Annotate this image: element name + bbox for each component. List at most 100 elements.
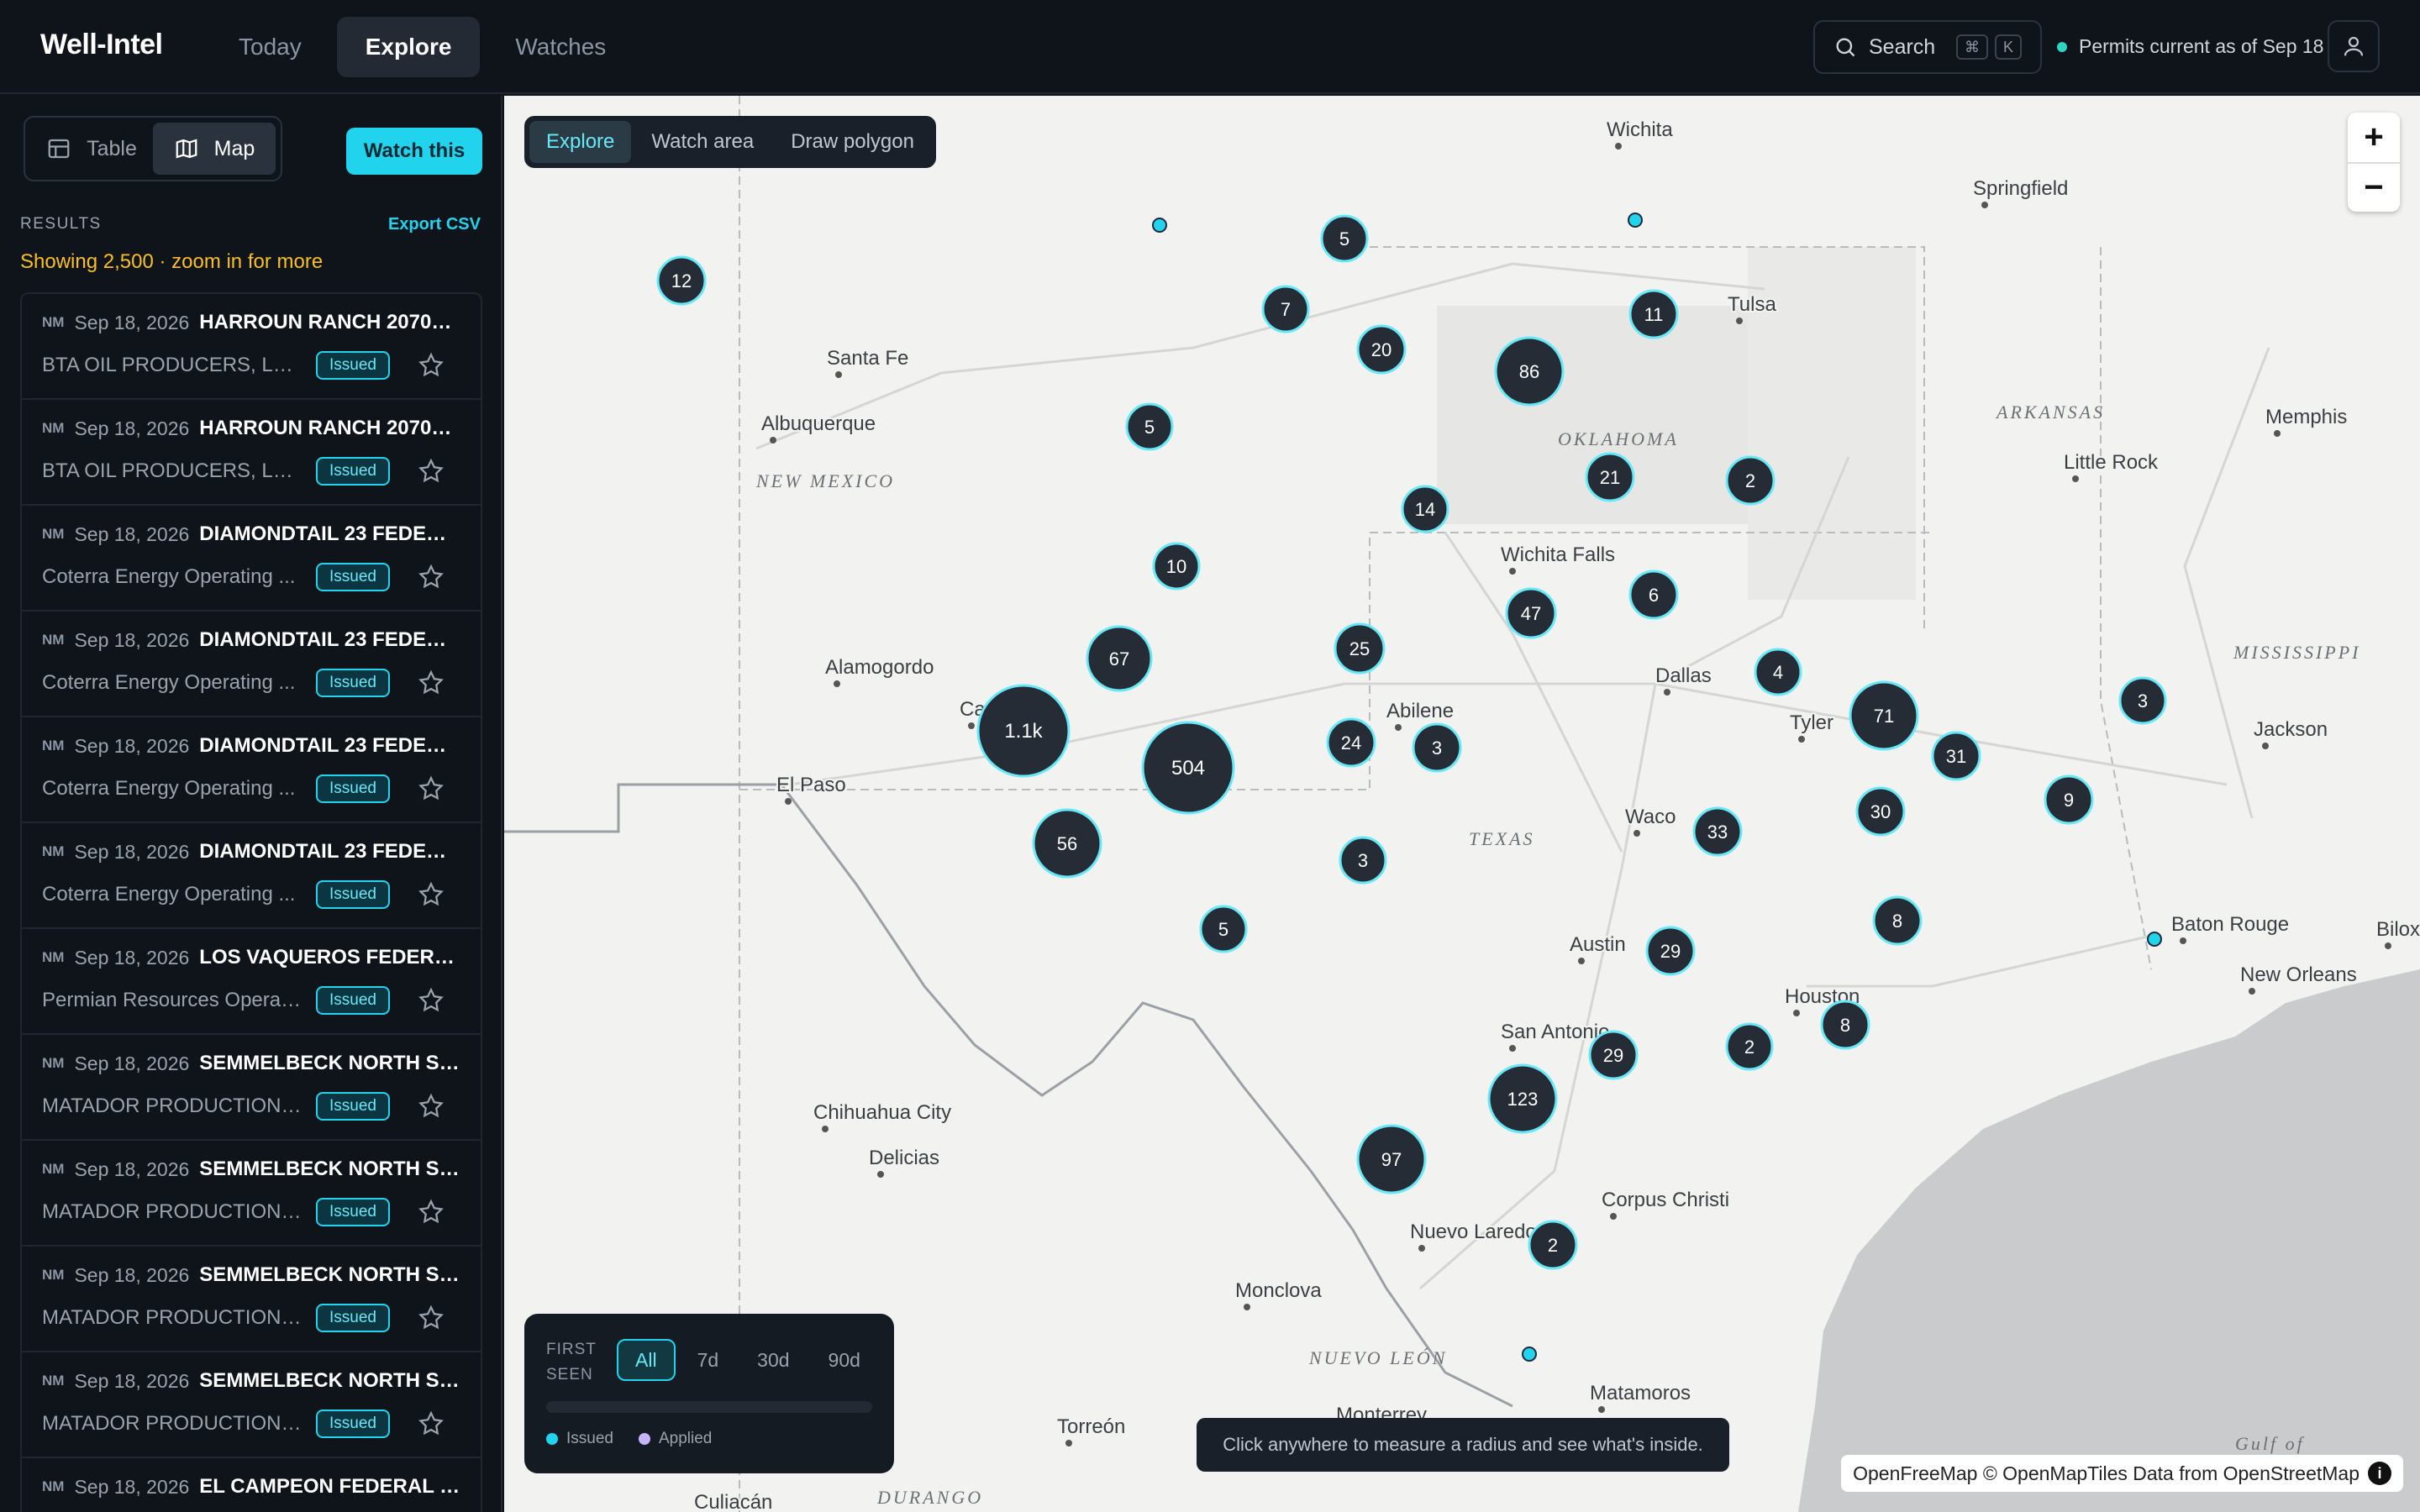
info-icon[interactable]: i: [2368, 1462, 2391, 1485]
status-badge: Issued: [316, 1304, 390, 1332]
permit-cluster[interactable]: 6: [1628, 570, 1679, 620]
user-menu-button[interactable]: [2328, 20, 2380, 72]
permit-cluster[interactable]: 56: [1032, 808, 1102, 879]
city-dot: [1509, 568, 1516, 575]
tool-explore[interactable]: Explore: [529, 121, 632, 163]
star-icon[interactable]: [417, 1092, 445, 1121]
permit-cluster[interactable]: 25: [1334, 622, 1386, 675]
permit-cluster[interactable]: 5: [1199, 905, 1248, 953]
row-header: NM Sep 18, 2026 SEMMELBECK NORTH STA...: [42, 1158, 460, 1181]
permit-point[interactable]: [1628, 213, 1643, 228]
cluster-count: 3: [2138, 690, 2148, 711]
permit-cluster[interactable]: 3: [1412, 722, 1462, 773]
tab-watches[interactable]: Watches: [487, 17, 634, 77]
permit-point[interactable]: [2147, 932, 2162, 947]
permit-cluster[interactable]: 29: [1588, 1030, 1639, 1080]
cluster-count: 3: [1358, 850, 1368, 871]
zoom-out-button[interactable]: −: [2348, 162, 2400, 212]
result-row[interactable]: NM Sep 18, 2026 SEMMELBECK NORTH STA... MAT…: [22, 1035, 481, 1141]
attribution-text[interactable]: OpenFreeMap © OpenMapTiles Data from Ope…: [1853, 1462, 2360, 1485]
star-icon[interactable]: [417, 457, 445, 486]
permit-cluster[interactable]: 97: [1356, 1124, 1427, 1194]
result-row[interactable]: NM Sep 18, 2026 DIAMONDTAIL 23 FEDERA... Co…: [22, 823, 481, 929]
permit-cluster[interactable]: 504: [1141, 721, 1235, 815]
star-icon[interactable]: [417, 1304, 445, 1332]
map-view[interactable]: Wichita Springfield Tulsa Santa Fe Albuquerq…: [504, 96, 2420, 1512]
watch-this-button[interactable]: Watch this: [346, 128, 482, 175]
region-label: DURANGO: [876, 1487, 983, 1508]
tab-explore[interactable]: Explore: [336, 17, 481, 77]
star-icon[interactable]: [417, 669, 445, 697]
range-7d[interactable]: 7d: [681, 1339, 736, 1381]
permit-cluster[interactable]: 1.1k: [976, 684, 1071, 778]
map-canvas[interactable]: Wichita Springfield Tulsa Santa Fe Albuquerq…: [504, 96, 2420, 1512]
star-icon[interactable]: [417, 1410, 445, 1438]
permit-cluster[interactable]: 5: [1125, 402, 1174, 451]
result-row[interactable]: NM Sep 18, 2026 LOS VAQUEROS FEDERAL... Per…: [22, 929, 481, 1035]
zoom-in-button[interactable]: +: [2348, 113, 2400, 162]
view-map-button[interactable]: Map: [153, 123, 276, 175]
result-row[interactable]: NM Sep 18, 2026 SEMMELBECK NORTH STA... MAT…: [22, 1247, 481, 1352]
permit-cluster[interactable]: 8: [1872, 895, 1923, 946]
result-row[interactable]: NM Sep 18, 2026 DIAMONDTAIL 23 FEDERA... Co…: [22, 612, 481, 717]
permit-cluster[interactable]: 123: [1487, 1063, 1558, 1134]
tab-today[interactable]: Today: [210, 17, 330, 77]
star-icon[interactable]: [417, 880, 445, 909]
star-icon[interactable]: [417, 774, 445, 803]
permit-cluster[interactable]: 12: [656, 255, 707, 306]
permit-cluster[interactable]: 33: [1692, 806, 1743, 857]
permit-cluster[interactable]: 30: [1855, 786, 1906, 837]
permit-cluster[interactable]: 86: [1494, 336, 1565, 407]
permit-cluster[interactable]: 71: [1849, 680, 1919, 751]
permit-cluster[interactable]: 47: [1505, 587, 1557, 639]
permit-cluster[interactable]: 3: [2118, 676, 2167, 725]
tool-draw-polygon[interactable]: Draw polygon: [774, 121, 931, 163]
range-all[interactable]: All: [617, 1339, 676, 1381]
permit-cluster[interactable]: 4: [1754, 648, 1802, 696]
permit-cluster[interactable]: 20: [1356, 324, 1407, 375]
tool-watch-area[interactable]: Watch area: [634, 121, 771, 163]
permit-cluster[interactable]: 10: [1152, 542, 1201, 591]
permit-cluster[interactable]: 29: [1645, 926, 1696, 976]
row-well-name: SEMMELBECK NORTH STA...: [199, 1052, 460, 1074]
permit-cluster[interactable]: 3: [1339, 836, 1387, 885]
search-button[interactable]: Search ⌘ K: [1813, 20, 2042, 74]
cluster-count: 123: [1507, 1089, 1539, 1110]
city-name: Waco: [1625, 806, 1676, 828]
result-row[interactable]: NM Sep 18, 2026 DIAMONDTAIL 23 FEDERA... Co…: [22, 717, 481, 823]
export-csv-link[interactable]: Export CSV: [388, 215, 481, 234]
star-icon[interactable]: [417, 986, 445, 1015]
permit-cluster[interactable]: 7: [1261, 285, 1310, 333]
permit-point[interactable]: [1522, 1347, 1537, 1362]
result-row[interactable]: NM Sep 18, 2026 SEMMELBECK NORTH STA... MAT…: [22, 1352, 481, 1458]
row-header: NM Sep 18, 2026 SEMMELBECK NORTH STA...: [42, 1369, 460, 1393]
permit-cluster[interactable]: 11: [1628, 289, 1679, 339]
star-icon[interactable]: [417, 351, 445, 380]
result-row[interactable]: NM Sep 18, 2026 HARROUN RANCH 20702 ... BTA…: [22, 400, 481, 506]
permit-cluster[interactable]: 5: [1320, 214, 1369, 263]
result-row[interactable]: NM Sep 18, 2026 SEMMELBECK NORTH STA... MAT…: [22, 1141, 481, 1247]
region-label: Gulf of: [2235, 1433, 2305, 1454]
permit-cluster[interactable]: 2: [1725, 1022, 1774, 1071]
view-table-button[interactable]: Table: [30, 123, 153, 175]
permit-cluster[interactable]: 14: [1401, 485, 1449, 533]
range-30d[interactable]: 30d: [740, 1339, 806, 1381]
star-icon[interactable]: [417, 563, 445, 591]
permit-cluster[interactable]: 2: [1528, 1220, 1578, 1270]
range-90d[interactable]: 90d: [812, 1339, 877, 1381]
permit-cluster[interactable]: 24: [1326, 717, 1376, 768]
star-icon[interactable]: [417, 1198, 445, 1226]
permit-cluster[interactable]: 8: [1820, 1000, 1870, 1050]
permit-cluster[interactable]: 31: [1931, 731, 1981, 781]
permit-point[interactable]: [1152, 218, 1167, 233]
permit-cluster[interactable]: 67: [1086, 625, 1153, 692]
legend-applied: Applied: [638, 1430, 712, 1448]
brand-logo[interactable]: Well-Intel: [40, 29, 163, 61]
permit-cluster[interactable]: 9: [2044, 774, 2094, 825]
permit-cluster[interactable]: 21: [1585, 452, 1635, 502]
result-row[interactable]: NM Sep 18, 2026 DIAMONDTAIL 23 FEDERA... Co…: [22, 506, 481, 612]
result-row[interactable]: NM Sep 18, 2026 HARROUN RANCH 20702 ... BTA…: [22, 294, 481, 400]
time-slider-track[interactable]: [546, 1401, 872, 1413]
result-row[interactable]: NMSep 18, 2026EL CAMPEON FEDERAL C...Iss…: [22, 1458, 481, 1512]
permit-cluster[interactable]: 2: [1725, 455, 1776, 506]
